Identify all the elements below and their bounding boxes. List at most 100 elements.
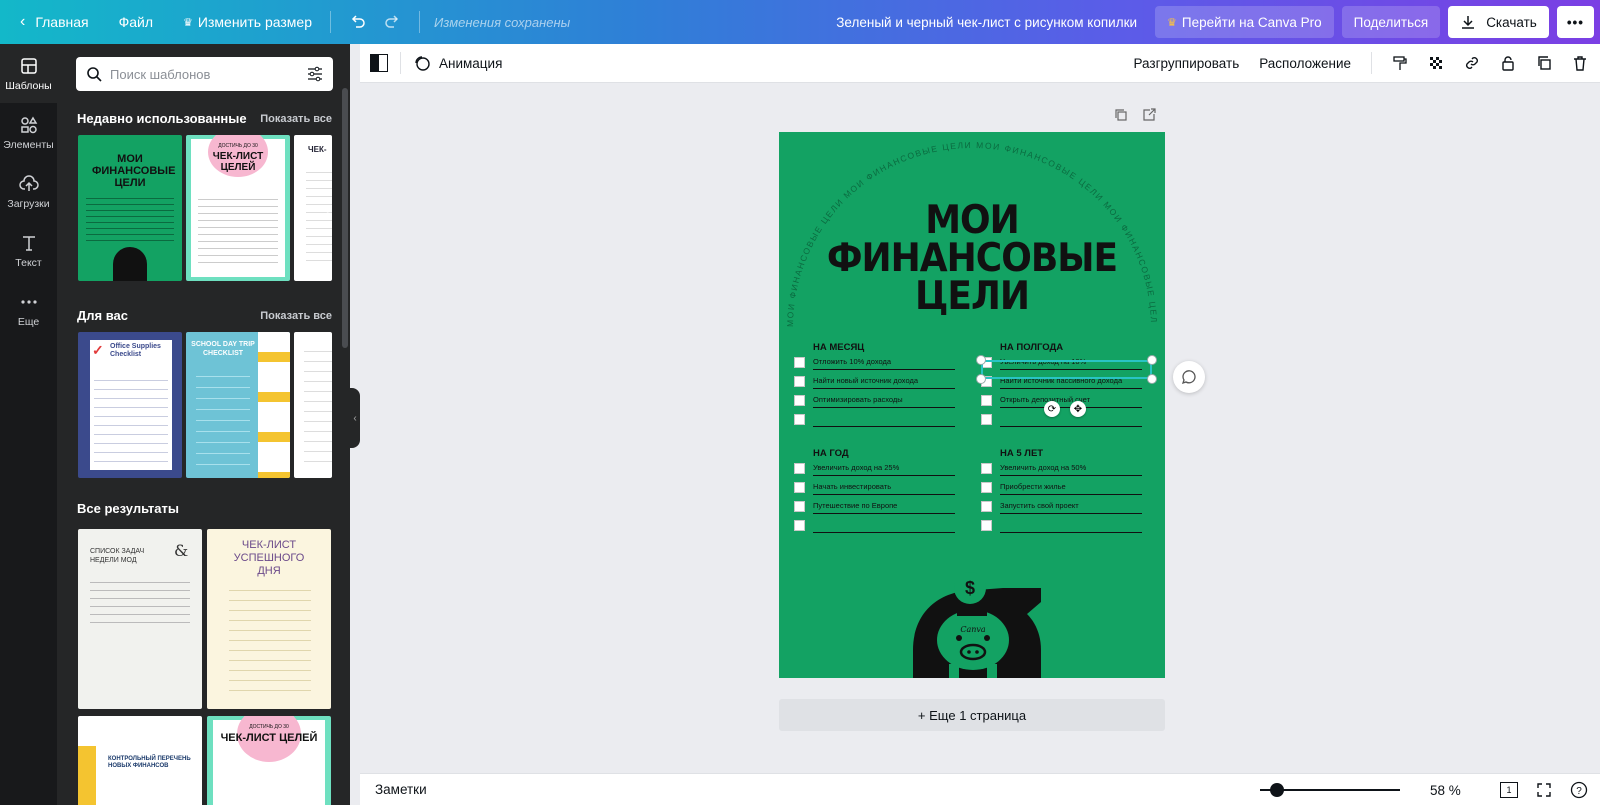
resize-button[interactable]: ♛ Изменить размер <box>175 0 320 44</box>
more-options-button[interactable]: ••• <box>1556 6 1594 38</box>
checklist-row[interactable]: Начать инвестировать <box>794 479 955 498</box>
recent-show-all-link[interactable]: Показать все <box>260 113 332 125</box>
template-thumb[interactable]: ДОСТИЧЬ ДО 30 ЧЕК-ЛИСТ ЦЕЛЕЙ <box>207 716 331 805</box>
template-search[interactable]: Поиск шаблонов <box>76 57 333 91</box>
checklist-item-text[interactable]: Оптимизировать расходы <box>813 395 903 404</box>
rail-item-uploads[interactable]: Загрузки <box>0 162 57 221</box>
template-thumb[interactable]: ДОСТИЧЬ ДО 30 ЧЕК-ЛИСТ ЦЕЛЕЙ <box>186 135 290 281</box>
month-heading[interactable]: НА МЕСЯЦ <box>813 342 864 353</box>
template-thumb[interactable]: КОНТРОЛЬНЫЙ ПЕРЕЧЕНЬ НОВЫХ ФИНАНСОВ <box>78 716 202 805</box>
checklist-item-text[interactable]: Увеличить доход на 25% <box>813 463 899 472</box>
checklist-row[interactable]: Отложить 10% дохода <box>794 354 955 373</box>
checkbox[interactable] <box>794 395 805 406</box>
share-button[interactable]: Поделиться <box>1341 6 1441 38</box>
trash-icon[interactable] <box>1572 55 1588 71</box>
checklist-item-text[interactable]: Увеличить доход на 50% <box>1000 463 1086 472</box>
zoom-slider[interactable] <box>1260 783 1400 797</box>
checklist-row[interactable]: Запустить свой проект <box>981 498 1142 517</box>
add-page-button[interactable]: + Еще 1 страница <box>779 699 1165 731</box>
duplicate-icon[interactable] <box>1536 55 1552 71</box>
notes-button[interactable]: Заметки <box>375 782 427 797</box>
resize-handle[interactable] <box>1147 374 1157 384</box>
checklist-item-text[interactable]: Отложить 10% дохода <box>813 357 891 366</box>
file-menu[interactable]: Файл <box>111 0 161 44</box>
redo-button[interactable] <box>375 0 409 44</box>
title-line-3[interactable]: ЦЕЛИ <box>779 274 1165 319</box>
checkbox[interactable] <box>794 463 805 474</box>
five-year-heading[interactable]: НА 5 ЛЕТ <box>1000 448 1043 459</box>
checkbox[interactable] <box>794 482 805 493</box>
piggy-bank-illustration[interactable]: $ Canva <box>907 562 1047 678</box>
checklist-row[interactable]: Найти новый источник дохода <box>794 373 955 392</box>
checklist-row[interactable]: Путешествие по Европе <box>794 498 955 517</box>
undo-button[interactable] <box>341 0 375 44</box>
checklist-row[interactable]: Приобрести жилье <box>981 479 1142 498</box>
help-icon[interactable]: ? <box>1570 781 1588 799</box>
move-icon[interactable]: ✥ <box>1070 401 1086 417</box>
checklist-item-text[interactable]: Путешествие по Европе <box>813 501 897 510</box>
color-swatch-button[interactable] <box>370 54 388 72</box>
checklist-row[interactable]: Оптимизировать расходы <box>794 392 955 411</box>
checkbox[interactable] <box>981 463 992 474</box>
rail-item-elements[interactable]: Элементы <box>0 103 57 162</box>
canva-pro-button[interactable]: ♛ Перейти на Canva Pro <box>1155 6 1334 38</box>
transparency-icon[interactable] <box>1428 55 1444 71</box>
checkbox[interactable] <box>981 414 992 425</box>
filter-icon[interactable] <box>307 66 323 82</box>
page-count-button[interactable]: 1 <box>1500 781 1518 798</box>
template-thumb[interactable]: ЧЕК-ЛИСТ УСПЕШНОГО ДНЯ <box>207 529 331 709</box>
zoom-slider-knob[interactable] <box>1270 783 1284 797</box>
checklist-row[interactable] <box>981 517 1142 536</box>
checkbox[interactable] <box>981 482 992 493</box>
selection-box[interactable] <box>981 360 1152 379</box>
paint-roller-icon[interactable] <box>1392 55 1408 71</box>
checklist-row[interactable]: Увеличить доход на 25% <box>794 460 955 479</box>
year-heading[interactable]: НА ГОД <box>813 448 849 459</box>
rail-item-more[interactable]: Еще <box>0 280 57 339</box>
search-input[interactable]: Поиск шаблонов <box>110 67 299 82</box>
template-thumb[interactable]: SCHOOL DAY TRIP CHECKLIST <box>186 332 290 478</box>
checklist-item-text[interactable]: Приобрести жилье <box>1000 482 1066 491</box>
checklist-item-text[interactable]: Начать инвестировать <box>813 482 891 491</box>
chevron-right-icon[interactable]: › <box>317 196 341 220</box>
checklist-row[interactable] <box>794 411 955 430</box>
checkbox[interactable] <box>794 357 805 368</box>
checkbox[interactable] <box>794 501 805 512</box>
ungroup-button[interactable]: Разгруппировать <box>1133 56 1239 71</box>
rail-item-text[interactable]: Текст <box>0 221 57 280</box>
template-thumb[interactable]: ✓ Office Supplies Checklist <box>78 332 182 478</box>
template-thumb[interactable]: МОИ ФИНАНСОВЫЕ ЦЕЛИ <box>78 135 182 281</box>
checkbox[interactable] <box>794 520 805 531</box>
fullscreen-icon[interactable] <box>1536 782 1552 798</box>
checkbox[interactable] <box>981 395 992 406</box>
checkbox[interactable] <box>794 376 805 387</box>
resize-handle[interactable] <box>976 355 986 365</box>
template-thumb[interactable]: СПИСОК ЗАДАЧ НЕДЕЛИ МОД & <box>78 529 202 709</box>
animation-button[interactable]: Анимация <box>413 54 502 72</box>
panel-scrollbar[interactable] <box>342 88 348 348</box>
duplicate-page-icon[interactable] <box>1114 108 1128 122</box>
download-button[interactable]: Скачать <box>1448 6 1549 38</box>
link-icon[interactable] <box>1464 55 1480 71</box>
home-button[interactable]: ‹ Главная <box>12 0 97 44</box>
checklist-row[interactable] <box>981 411 1142 430</box>
rail-item-templates[interactable]: Шаблоны <box>0 44 57 103</box>
for-you-show-all-link[interactable]: Показать все <box>260 310 332 322</box>
checklist-row[interactable] <box>794 517 955 536</box>
resize-handle[interactable] <box>1147 355 1157 365</box>
chevron-right-icon[interactable]: › <box>317 393 341 417</box>
lock-icon[interactable] <box>1500 55 1516 71</box>
checkbox[interactable] <box>794 414 805 425</box>
zoom-value[interactable]: 58 % <box>1430 783 1461 798</box>
resize-handle[interactable] <box>976 374 986 384</box>
position-button[interactable]: Расположение <box>1259 56 1351 71</box>
checklist-item-text[interactable]: Найти новый источник дохода <box>813 376 918 385</box>
rotate-icon[interactable]: ⟳ <box>1044 401 1060 417</box>
design-page[interactable]: МОИ ФИНАНСОВЫЕ ЦЕЛИ МОИ ФИНАНСОВЫЕ ЦЕЛИ … <box>779 132 1165 678</box>
half-year-heading[interactable]: НА ПОЛГОДА <box>1000 342 1063 353</box>
document-title[interactable]: Зеленый и черный чек-лист с рисунком коп… <box>836 15 1137 30</box>
checklist-item-text[interactable]: Запустить свой проект <box>1000 501 1079 510</box>
checkbox[interactable] <box>981 501 992 512</box>
add-page-icon[interactable] <box>1142 108 1156 122</box>
checklist-row[interactable]: Увеличить доход на 50% <box>981 460 1142 479</box>
